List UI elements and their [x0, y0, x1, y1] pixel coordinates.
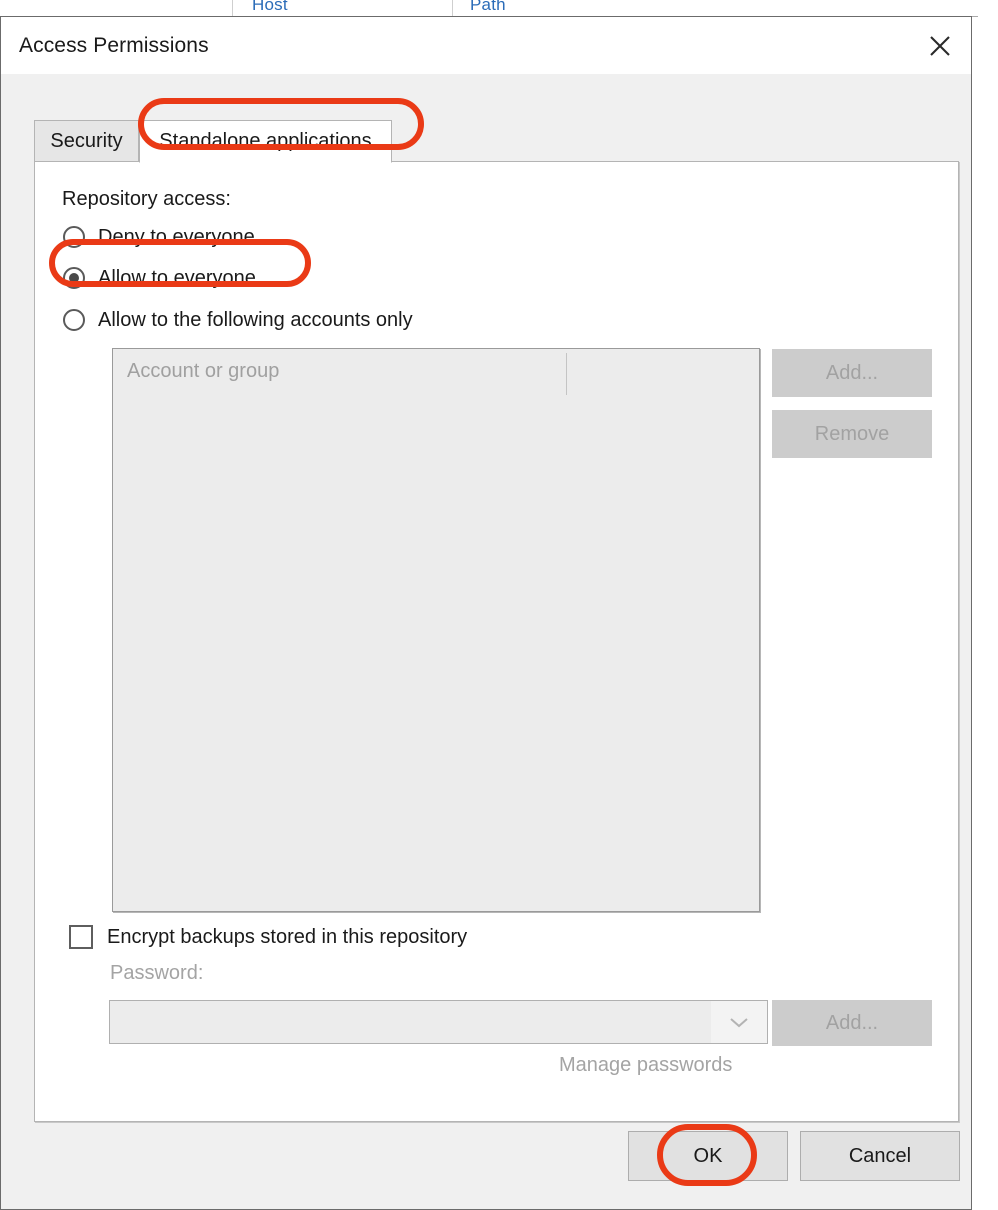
dialog-title: Access Permissions — [19, 34, 209, 57]
tab-security[interactable]: Security — [34, 120, 139, 162]
radio-indicator — [63, 309, 85, 331]
account-list-header[interactable]: Account or group — [113, 349, 759, 395]
access-permissions-dialog: Access Permissions Security Standalone a… — [0, 16, 972, 1210]
dialog-titlebar: Access Permissions — [1, 17, 971, 74]
close-icon — [927, 33, 953, 59]
encrypt-backups-checkbox[interactable]: Encrypt backups stored in this repositor… — [69, 925, 467, 949]
chevron-down-icon[interactable] — [711, 1001, 767, 1043]
column-header-path[interactable]: Path — [470, 0, 506, 15]
column-separator — [232, 0, 233, 16]
repository-access-label: Repository access: — [62, 188, 231, 210]
account-column-header-label: Account or group — [127, 360, 280, 382]
column-separator — [452, 0, 453, 16]
password-input[interactable] — [110, 1001, 711, 1043]
password-combobox[interactable] — [109, 1000, 768, 1044]
manage-passwords-link[interactable]: Manage passwords — [559, 1054, 732, 1077]
radio-indicator — [63, 226, 85, 248]
add-password-button[interactable]: Add... — [772, 1000, 932, 1046]
radio-deny-to-everyone[interactable]: Deny to everyone — [63, 222, 255, 252]
encrypt-backups-label: Encrypt backups stored in this repositor… — [107, 925, 468, 948]
radio-label: Allow to everyone — [98, 266, 256, 289]
column-header-host[interactable]: Host — [252, 0, 288, 15]
cancel-button[interactable]: Cancel — [800, 1131, 960, 1181]
background-column-headers: Host Path — [0, 0, 998, 17]
radio-allow-to-everyone[interactable]: Allow to everyone — [63, 263, 256, 293]
account-list[interactable]: Account or group — [112, 348, 760, 912]
background-list-strip — [978, 0, 998, 1210]
radio-allow-following-accounts-only[interactable]: Allow to the following accounts only — [63, 305, 413, 335]
tab-panel-standalone-applications: Repository access: Deny to everyone Allo… — [34, 161, 959, 1122]
radio-label: Deny to everyone — [98, 225, 255, 248]
remove-account-button[interactable]: Remove — [772, 410, 932, 458]
account-column-divider[interactable] — [566, 353, 567, 395]
add-account-button[interactable]: Add... — [772, 349, 932, 397]
radio-label: Allow to the following accounts only — [98, 308, 413, 331]
password-label: Password: — [110, 962, 204, 984]
radio-indicator-selected — [63, 267, 85, 289]
ok-button[interactable]: OK — [628, 1131, 788, 1181]
tab-standalone-applications[interactable]: Standalone applications — [139, 120, 392, 163]
close-button[interactable] — [909, 17, 971, 74]
checkbox-indicator — [69, 925, 93, 949]
